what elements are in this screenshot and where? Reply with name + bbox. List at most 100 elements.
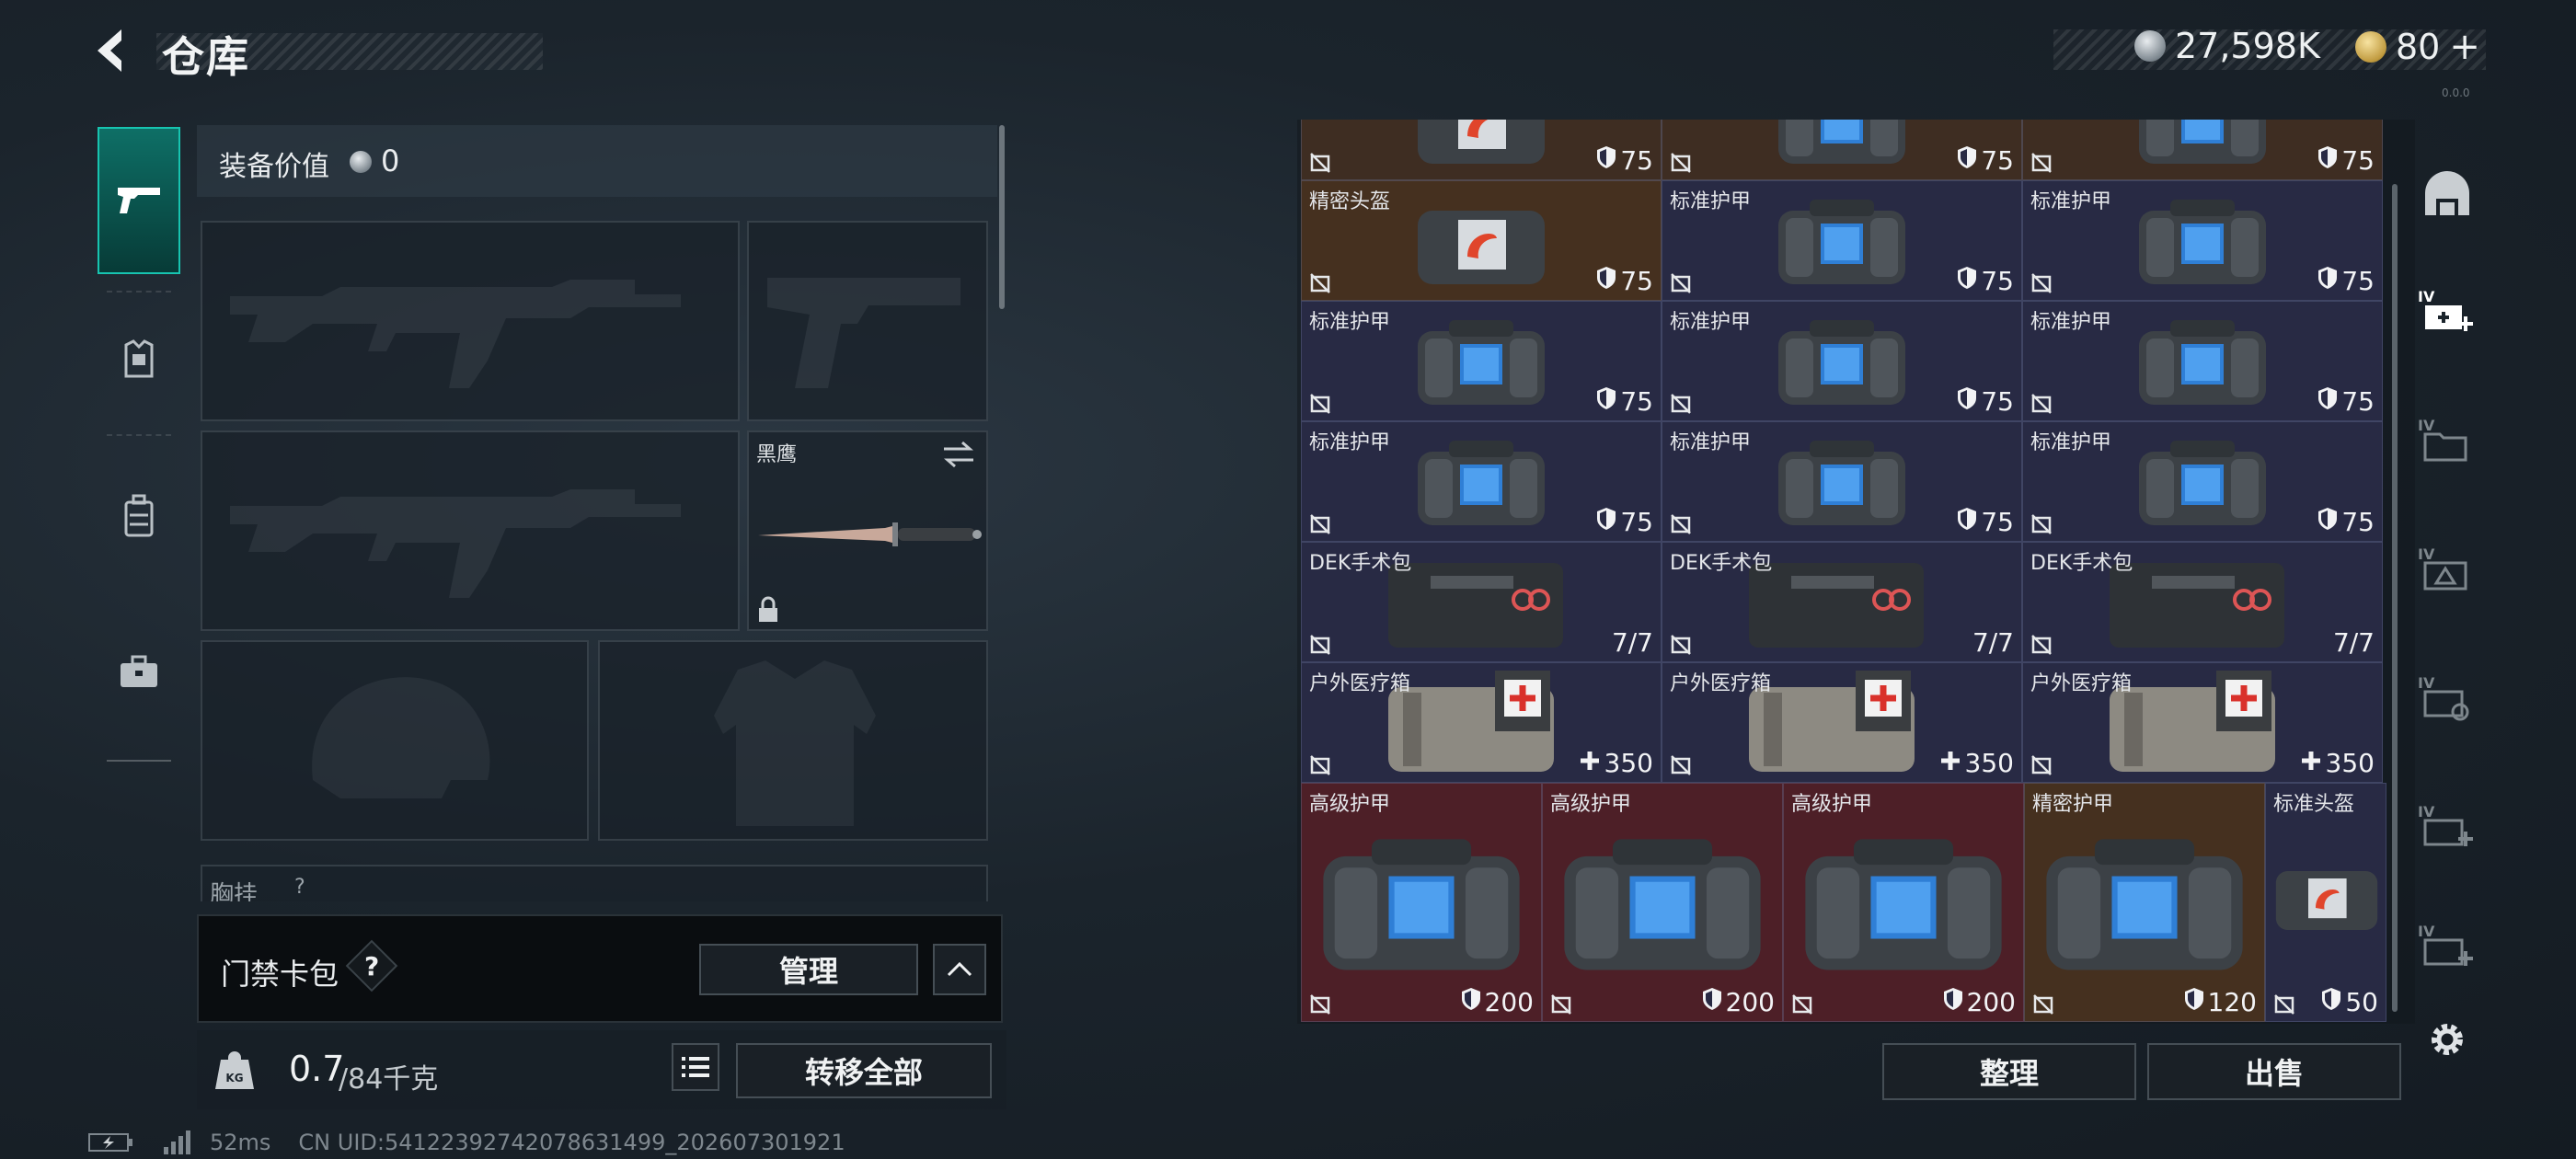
inventory-cell-large[interactable]: 高级护甲 200 (1301, 783, 1542, 1022)
inventory-cell[interactable]: 标准护甲 75 (2022, 421, 2383, 542)
body-armor-slot[interactable] (598, 640, 988, 841)
tier4-warning-case-icon: IV (2418, 545, 2467, 591)
list-view-button[interactable] (672, 1043, 719, 1091)
inventory-cell-large[interactable]: 高级护甲 200 (1783, 783, 2024, 1022)
inventory-cell-large[interactable]: 精密护甲 120 (2024, 783, 2265, 1022)
inventory-cell[interactable]: 户外医疗箱 350 (1662, 662, 2022, 783)
item-value: 75 (2341, 386, 2375, 417)
inventory-cell[interactable]: 75 (2022, 120, 2383, 180)
inventory-cell[interactable]: 75 (1662, 120, 2022, 180)
tab-case-3[interactable]: IV (2414, 534, 2480, 607)
inventory-cell[interactable]: DEK手术包 7/7 (2022, 542, 2383, 662)
inventory-scrollbar[interactable] (2392, 184, 2398, 1012)
item-durability: 75 (1596, 266, 1653, 296)
item-value: 200 (1484, 987, 1534, 1017)
toolbox-icon (121, 655, 157, 687)
inventory-cell[interactable]: 标准护甲 75 (1662, 301, 2022, 421)
equip-value-bar: 装备价值 0 (197, 125, 997, 197)
primary-weapon-slot[interactable] (201, 221, 740, 421)
shield-icon (1957, 386, 1977, 417)
shield-icon (1596, 507, 1616, 537)
item-name: 标准护甲 (1670, 431, 1752, 454)
gold-currency[interactable]: 80 + (2355, 26, 2480, 68)
shield-icon (1596, 386, 1616, 417)
tab-case-1[interactable]: IV (2414, 276, 2480, 350)
transfer-all-button[interactable]: 转移全部 (736, 1043, 992, 1098)
manage-button[interactable]: 管理 (699, 944, 918, 995)
item-value: 7/7 (1611, 627, 1653, 658)
svg-text:IV: IV (2418, 674, 2435, 692)
item-value: 200 (1966, 987, 2016, 1017)
chest-rig-slot[interactable]: 胸挂 ? (201, 865, 988, 901)
inventory-cell[interactable]: 标准护甲 75 (1662, 180, 2022, 301)
tab-helmet[interactable] (2414, 156, 2480, 230)
inventory-cell[interactable]: DEK手术包 7/7 (1662, 542, 2022, 662)
shield-icon (2317, 507, 2338, 537)
shield-icon (1461, 987, 1481, 1017)
helmet-item-icon (2275, 871, 2378, 930)
inventory-grid: 75 75 75 精密头盔 75 标准护甲 75 标准护甲 75 标准护甲 75 标准护甲 75 标准护甲… (1301, 120, 2386, 1024)
weight-current: 0.7 (289, 1049, 345, 1089)
tier4-tag-case-icon: IV (2418, 674, 2469, 721)
item-durability: 75 (1596, 145, 1653, 176)
settings-button[interactable] (2414, 1003, 2480, 1076)
armor-item-icon (1418, 320, 1545, 405)
storage-tabs: IV IV IV IV IV IV (2410, 120, 2484, 1055)
item-durability: 75 (1957, 145, 2014, 176)
tab-case-2[interactable]: IV (2414, 405, 2480, 478)
no-insure-icon (2030, 393, 2053, 415)
secondary-weapon-slot[interactable] (201, 430, 740, 631)
inventory-cell[interactable]: 标准护甲 75 (2022, 301, 2383, 421)
svg-text:IV: IV (2418, 803, 2435, 820)
inventory-cell-large[interactable]: 标准头盔 50 (2265, 783, 2386, 1022)
tab-case-5[interactable]: IV (2414, 791, 2480, 865)
svg-text:IV: IV (2418, 417, 2435, 434)
inventory-cell[interactable]: 标准护甲 75 (1662, 421, 2022, 542)
add-currency-icon[interactable]: + (2449, 26, 2480, 68)
rifle-silhouette-icon (230, 280, 681, 388)
nav-weapons[interactable] (98, 127, 180, 274)
item-durability: 75 (1957, 266, 2014, 296)
svg-text:KG: KG (225, 1072, 243, 1084)
tab-case-6[interactable]: IV (2414, 911, 2480, 984)
item-durability: 200 (1943, 987, 2016, 1017)
inventory-cell[interactable]: 标准护甲 75 (1301, 301, 1662, 421)
weight-max: /84千克 (339, 1063, 439, 1096)
heal-plus-icon (2300, 748, 2322, 778)
inventory-cell[interactable]: 75 (1301, 120, 1662, 180)
inventory-cell[interactable]: 户外医疗箱 350 (2022, 662, 2383, 783)
collapse-button[interactable] (933, 944, 986, 995)
surgery-kit-icon (2110, 563, 2284, 648)
item-name: DEK手术包 (2030, 552, 2133, 575)
inventory-cell[interactable]: 精密头盔 75 (1301, 180, 1662, 301)
melee-slot[interactable]: 黑鹰 (747, 430, 988, 631)
surgery-kit-icon (1749, 563, 1924, 648)
helmet-item-icon (1418, 120, 1545, 164)
no-insure-icon (1670, 513, 1692, 535)
sort-button[interactable]: 整理 (1882, 1043, 2136, 1100)
item-name: 高级护甲 (1309, 793, 1391, 816)
swap-arrows-icon[interactable] (940, 440, 977, 469)
inventory-cell[interactable]: 标准护甲 75 (2022, 180, 2383, 301)
tab-case-4[interactable]: IV (2414, 662, 2480, 736)
pistol-slot[interactable] (747, 221, 988, 421)
item-value: 350 (1964, 748, 2014, 778)
loadout-scrollbar[interactable] (999, 125, 1005, 309)
armor-item-icon (2139, 120, 2266, 164)
nav-armor[interactable] (98, 291, 180, 429)
shield-icon (1596, 266, 1616, 296)
nav-toolbox[interactable] (98, 603, 180, 741)
inventory-cell[interactable]: DEK手术包 7/7 (1301, 542, 1662, 662)
item-value: 350 (1604, 748, 1653, 778)
inventory-cell[interactable]: 户外医疗箱 350 (1301, 662, 1662, 783)
helmet-slot[interactable] (201, 640, 589, 841)
nav-backpack[interactable] (98, 447, 180, 585)
armor-item-icon (1805, 839, 2002, 970)
inventory-cell[interactable]: 标准护甲 75 (1301, 421, 1662, 542)
tier4-add-case-icon-3: IV (2418, 923, 2473, 966)
back-button[interactable] (85, 24, 138, 77)
sell-button[interactable]: 出售 (2147, 1043, 2401, 1100)
inventory-cell-large[interactable]: 高级护甲 200 (1542, 783, 1783, 1022)
shield-icon (2317, 145, 2338, 176)
no-insure-icon (1670, 393, 1692, 415)
